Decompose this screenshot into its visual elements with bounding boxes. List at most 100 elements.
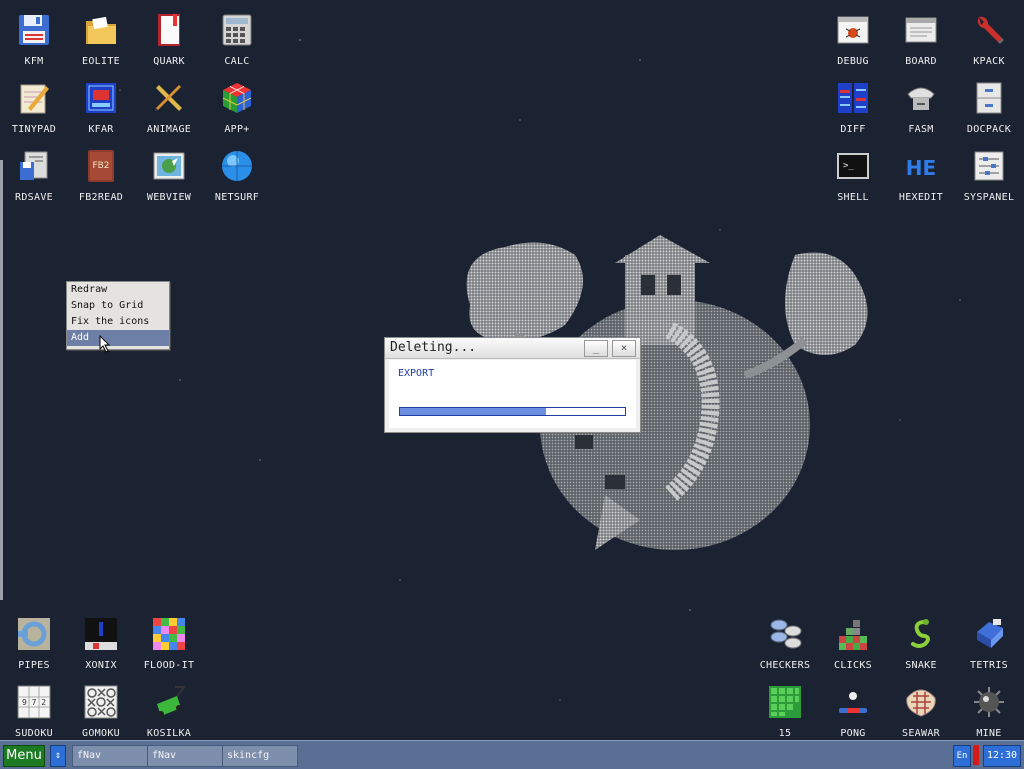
icon-label: KOSILKA bbox=[146, 728, 192, 739]
taskbar-item-skincfg[interactable]: skincfg bbox=[222, 745, 298, 767]
icon-debug[interactable]: DEBUG bbox=[819, 6, 887, 70]
menu-item-snap-to-grid[interactable]: Snap to Grid bbox=[67, 298, 169, 314]
icon-rdsave[interactable]: RDSAVE bbox=[0, 142, 68, 206]
close-button[interactable]: × bbox=[612, 340, 636, 357]
icon-animage[interactable]: ANIMAGE bbox=[135, 74, 203, 138]
current-file-name: EXPORT bbox=[398, 368, 435, 379]
web-image-icon bbox=[151, 148, 187, 184]
window-edge bbox=[0, 160, 3, 600]
icon-quark[interactable]: QUARK bbox=[135, 6, 203, 70]
icon-15[interactable]: 15 bbox=[751, 678, 819, 742]
kfar-panel-icon bbox=[83, 80, 119, 116]
icon-kosilka[interactable]: KOSILKA bbox=[135, 678, 203, 742]
icon-syspanel[interactable]: SYSPANEL bbox=[955, 142, 1023, 206]
svg-text:>_: >_ bbox=[843, 161, 854, 171]
icon-sudoku[interactable]: 9 7 2 SUDOKU bbox=[0, 678, 68, 742]
icon-app-plus[interactable]: APP+ bbox=[203, 74, 271, 138]
pipe-icon bbox=[16, 616, 52, 652]
status-indicator bbox=[973, 745, 979, 765]
taskbar: Menu ⇕ fNav fNav skincfg En 12:30 bbox=[0, 740, 1024, 769]
icon-gomoku[interactable]: GOMOKU bbox=[67, 678, 135, 742]
svg-text:9 7 2: 9 7 2 bbox=[22, 698, 46, 707]
icon-fasm[interactable]: FASM bbox=[887, 74, 955, 138]
book-icon: FB2 bbox=[83, 148, 119, 184]
icon-docpack[interactable]: DOCPACK bbox=[955, 74, 1023, 138]
language-indicator[interactable]: En bbox=[953, 745, 971, 767]
mouse-pointer-icon bbox=[99, 334, 111, 353]
hex-letters-icon: HE bbox=[903, 148, 939, 184]
icon-eolite[interactable]: EOLITE bbox=[67, 6, 135, 70]
icon-calc[interactable]: CALC bbox=[203, 6, 271, 70]
globe-icon bbox=[219, 148, 255, 184]
icon-label: SYSPANEL bbox=[963, 192, 1015, 203]
blocks-icon bbox=[835, 616, 871, 652]
icon-checkers[interactable]: CHECKERS bbox=[751, 610, 819, 674]
taskbar-item-fnav-2[interactable]: fNav bbox=[147, 745, 223, 767]
sliders-icon bbox=[971, 148, 1007, 184]
fasm-icon bbox=[903, 80, 939, 116]
snake-icon bbox=[903, 616, 939, 652]
icon-label: NETSURF bbox=[214, 192, 260, 203]
svg-text:FB2: FB2 bbox=[92, 161, 109, 171]
mine-icon bbox=[971, 684, 1007, 720]
icon-kfar[interactable]: KFAR bbox=[67, 74, 135, 138]
progress-fill bbox=[400, 408, 547, 415]
icon-kfm[interactable]: KFM bbox=[0, 6, 68, 70]
desktop-context-menu: Redraw Snap to Grid Fix the icons Add bbox=[66, 281, 170, 350]
icon-mine[interactable]: MINE bbox=[955, 678, 1023, 742]
board-icon bbox=[903, 12, 939, 48]
tic-tac-toe-icon bbox=[83, 684, 119, 720]
icon-pong[interactable]: PONG bbox=[819, 678, 887, 742]
icon-board[interactable]: BOARD bbox=[887, 6, 955, 70]
icon-xonix[interactable]: XONIX bbox=[67, 610, 135, 674]
clock[interactable]: 12:30 bbox=[983, 745, 1021, 767]
menu-button[interactable]: Menu bbox=[3, 745, 45, 767]
icon-label: TETRIS bbox=[970, 660, 1008, 671]
menu-item-fix-the-icons[interactable]: Fix the icons bbox=[67, 314, 169, 330]
menu-item-redraw[interactable]: Redraw bbox=[67, 282, 169, 298]
icon-webview[interactable]: WEBVIEW bbox=[135, 142, 203, 206]
lawnmower-icon bbox=[151, 684, 187, 720]
svg-text:HE: HE bbox=[906, 156, 936, 180]
progress-bar bbox=[399, 407, 626, 416]
icon-flood-it[interactable]: FLOOD-IT bbox=[135, 610, 203, 674]
fifteen-grid-icon bbox=[767, 684, 803, 720]
diff-panels-icon bbox=[835, 80, 871, 116]
icon-tinypad[interactable]: TINYPAD bbox=[0, 74, 68, 138]
sea-battle-icon bbox=[903, 684, 939, 720]
icon-seawar[interactable]: SEAWAR bbox=[887, 678, 955, 742]
notebook-icon bbox=[151, 12, 187, 48]
icon-kpack[interactable]: KPACK bbox=[955, 6, 1023, 70]
calculator-icon bbox=[219, 12, 255, 48]
icon-label: FLOOD-IT bbox=[143, 660, 195, 671]
rdsave-icon bbox=[16, 148, 52, 184]
wrench-icon bbox=[971, 12, 1007, 48]
notepad-icon bbox=[16, 80, 52, 116]
terminal-icon: >_ bbox=[835, 148, 871, 184]
icon-label: DOCPACK bbox=[966, 124, 1012, 135]
icon-tetris[interactable]: TETRIS bbox=[955, 610, 1023, 674]
icon-hexedit[interactable]: HE HEXEDIT bbox=[887, 142, 955, 206]
menu-item-add[interactable]: Add bbox=[67, 330, 169, 346]
icon-fb2read[interactable]: FB2 FB2READ bbox=[67, 142, 135, 206]
dialog-body: EXPORT bbox=[389, 360, 636, 428]
floppy-icon bbox=[16, 12, 52, 48]
sudoku-grid-icon: 9 7 2 bbox=[16, 684, 52, 720]
icon-label: KPACK bbox=[973, 56, 1005, 67]
color-grid-icon bbox=[151, 616, 187, 652]
icon-netsurf[interactable]: NETSURF bbox=[203, 142, 271, 206]
rubik-cube-icon bbox=[219, 80, 255, 116]
icon-shell[interactable]: >_ SHELL bbox=[819, 142, 887, 206]
checkers-pieces-icon bbox=[767, 616, 803, 652]
switch-button[interactable]: ⇕ bbox=[50, 745, 66, 767]
taskbar-item-fnav-1[interactable]: fNav bbox=[72, 745, 148, 767]
pencil-ruler-icon bbox=[151, 80, 187, 116]
minimize-button[interactable]: _ bbox=[584, 340, 608, 357]
icon-label: APP+ bbox=[224, 124, 250, 135]
deleting-progress-dialog: Deleting... _ × EXPORT bbox=[384, 337, 641, 433]
cabinet-icon bbox=[971, 80, 1007, 116]
icon-diff[interactable]: DIFF bbox=[819, 74, 887, 138]
icon-snake[interactable]: SNAKE bbox=[887, 610, 955, 674]
icon-pipes[interactable]: PIPES bbox=[0, 610, 68, 674]
icon-clicks[interactable]: CLICKS bbox=[819, 610, 887, 674]
